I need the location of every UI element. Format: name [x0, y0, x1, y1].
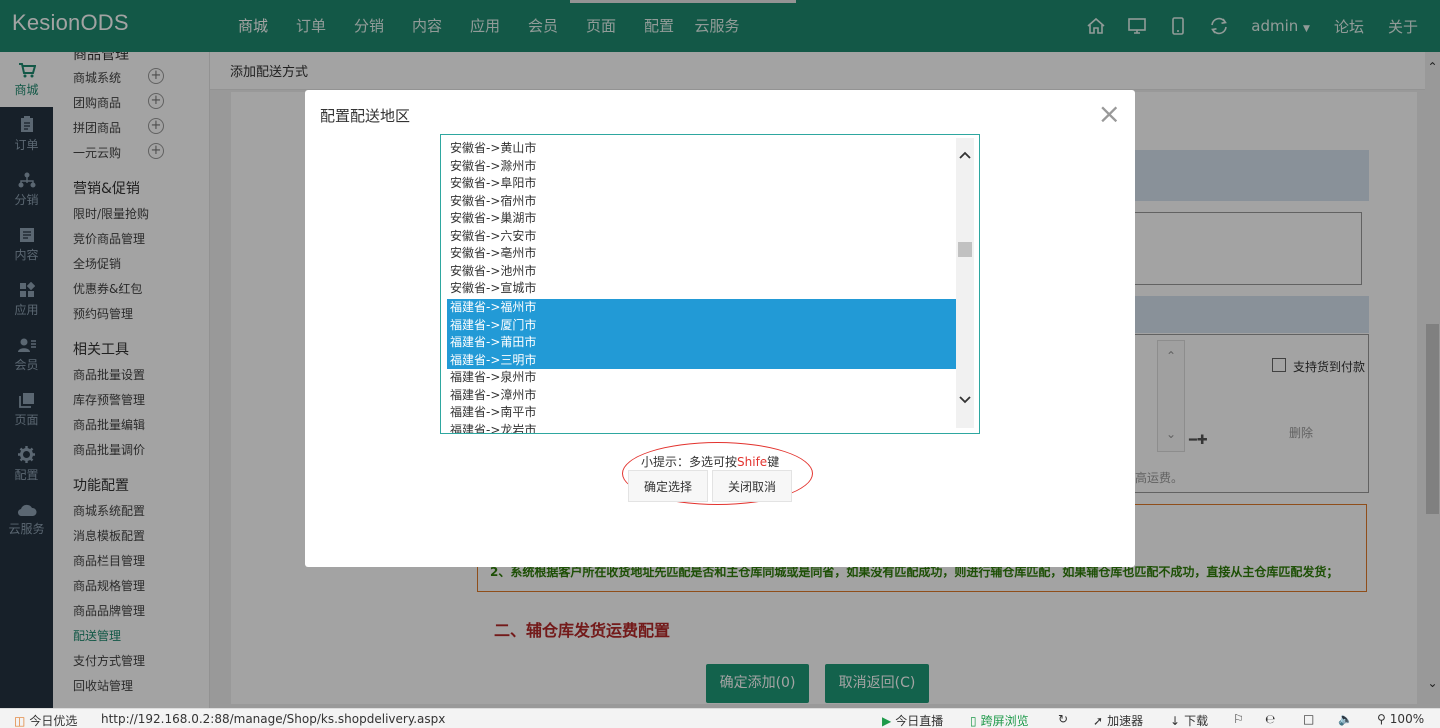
phone-icon: ▯: [970, 713, 977, 728]
gift-icon: ◫: [14, 713, 26, 728]
status-label: 加速器: [1107, 714, 1144, 728]
status-url: http://192.168.0.2:88/manage/Shop/ks.sho…: [101, 712, 446, 726]
tip-text: 小提示：多选可按: [641, 455, 738, 469]
browser-status-bar: ◫ 今日优选 http://192.168.0.2:88/manage/Shop/…: [0, 708, 1440, 728]
status-today-picks[interactable]: ◫ 今日优选: [14, 712, 77, 728]
region-option-selected[interactable]: 福建省->三明市: [447, 351, 956, 369]
window-icon[interactable]: □: [1303, 712, 1314, 726]
dialog-title: 配置配送地区: [320, 107, 411, 125]
status-label: 100%: [1389, 712, 1425, 726]
region-option[interactable]: 安徽省->池州市: [447, 263, 956, 281]
region-option[interactable]: 安徽省->宿州市: [447, 193, 956, 211]
status-accelerator[interactable]: ➚ 加速器: [1093, 712, 1143, 728]
chevron-down-icon[interactable]: [956, 393, 974, 407]
tip-text-end: 键: [767, 455, 780, 469]
multi-select-tip: 小提示：多选可按Shife键: [641, 453, 779, 470]
region-dialog: 配置配送地区 × 安徽省->黄山市 安徽省->滁州市 安徽省->阜阳市 安徽省-…: [305, 90, 1135, 567]
listbox-scrollbar[interactable]: [956, 138, 974, 428]
region-option[interactable]: 福建省->泉州市: [447, 369, 956, 387]
flag-icon[interactable]: ⚐: [1233, 712, 1244, 726]
history-icon[interactable]: ↻: [1058, 712, 1068, 726]
listbox-scroll-thumb[interactable]: [958, 242, 972, 257]
chevron-up-icon[interactable]: [956, 148, 974, 162]
tip-key: Shife: [737, 455, 768, 469]
status-label: 下载: [1184, 714, 1209, 728]
region-option[interactable]: 安徽省->阜阳市: [447, 175, 956, 193]
region-option-selected[interactable]: 福建省->厦门市: [447, 316, 956, 334]
region-option-selected[interactable]: 福建省->莆田市: [447, 334, 956, 352]
status-zoom[interactable]: ⚲ 100%: [1377, 712, 1424, 726]
speaker-icon[interactable]: 🔈: [1338, 712, 1353, 726]
region-option[interactable]: 安徽省->滁州市: [447, 158, 956, 176]
region-listbox[interactable]: 安徽省->黄山市 安徽省->滁州市 安徽省->阜阳市 安徽省->宿州市 安徽省-…: [440, 134, 980, 434]
status-label: 今日直播: [895, 714, 944, 728]
close-icon[interactable]: ×: [1098, 100, 1121, 128]
zoom-icon: ⚲: [1377, 712, 1386, 726]
status-cross-screen[interactable]: ▯ 跨屏浏览: [970, 712, 1029, 728]
region-option[interactable]: 安徽省->黄山市: [447, 140, 956, 158]
region-option[interactable]: 安徽省->六安市: [447, 228, 956, 246]
status-download[interactable]: ↓ 下载: [1170, 712, 1208, 728]
status-live[interactable]: ▶ 今日直播: [882, 712, 943, 728]
region-option[interactable]: 福建省->龙岩市: [447, 422, 956, 434]
ie-icon[interactable]: ℮: [1265, 712, 1275, 726]
region-option[interactable]: 安徽省->亳州市: [447, 245, 956, 263]
region-option[interactable]: 福建省->漳州市: [447, 387, 956, 405]
status-label: 跨屏浏览: [980, 714, 1029, 728]
close-cancel-button[interactable]: 关闭取消: [712, 470, 792, 502]
rocket-icon: ➚: [1093, 713, 1104, 728]
status-label: 今日优选: [29, 714, 78, 728]
region-option-selected[interactable]: 福建省->福州市: [447, 299, 956, 317]
region-option[interactable]: 安徽省->巢湖市: [447, 210, 956, 228]
download-icon: ↓: [1170, 713, 1181, 728]
confirm-select-button[interactable]: 确定选择: [628, 470, 708, 502]
region-option[interactable]: 福建省->南平市: [447, 404, 956, 422]
region-option[interactable]: 安徽省->宣城市: [447, 280, 956, 298]
play-circle-icon: ▶: [882, 713, 892, 728]
